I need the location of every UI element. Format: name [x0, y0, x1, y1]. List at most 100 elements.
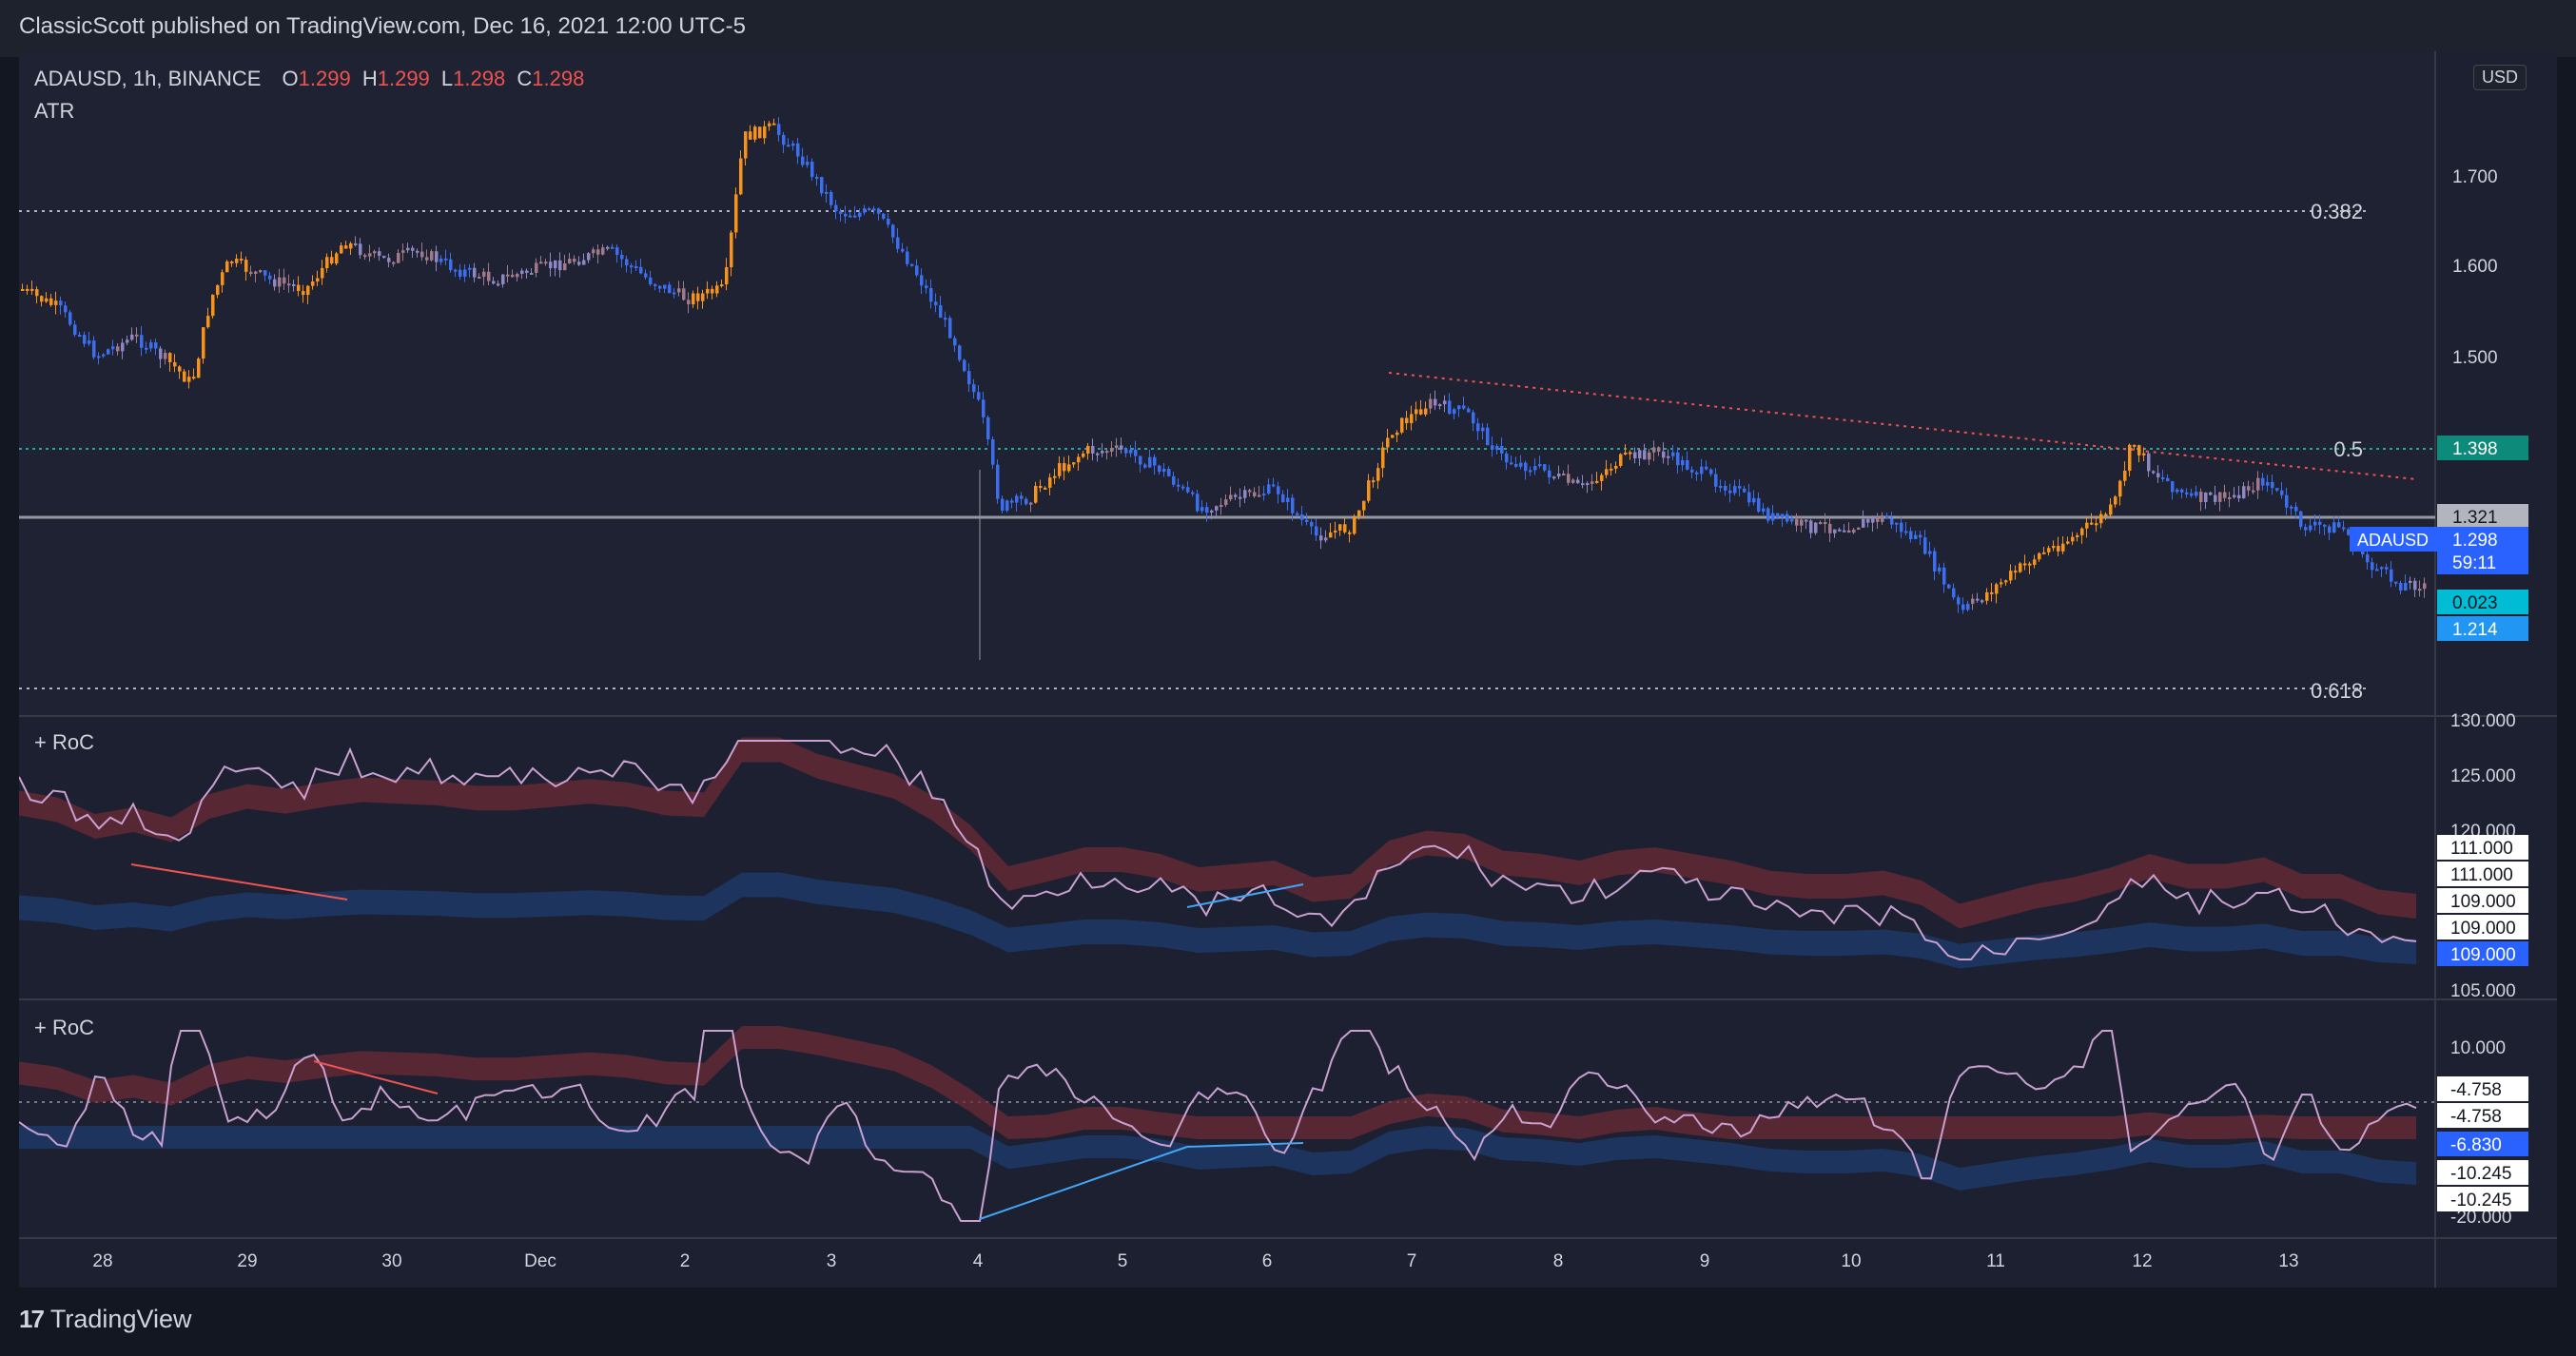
- candle-body: [1434, 398, 1437, 406]
- currency-button[interactable]: USD: [2473, 65, 2527, 90]
- candle-body: [2342, 527, 2346, 530]
- candle-body: [1724, 485, 1727, 491]
- candle-body: [1519, 462, 1523, 467]
- candle-body: [1576, 479, 1580, 484]
- candle-body: [1077, 456, 1081, 463]
- candle-body: [2137, 445, 2141, 455]
- tradingview-logo[interactable]: 17 TradingView: [19, 1305, 192, 1334]
- candle-body: [2185, 492, 2189, 494]
- candle-body: [140, 335, 144, 348]
- candle-body: [1771, 513, 1775, 521]
- countdown: 59:11: [2452, 553, 2496, 573]
- fib-05-price: 1.398: [2452, 439, 2498, 459]
- candle-body: [26, 288, 29, 291]
- candle-body: [910, 263, 914, 266]
- candle-body: [1082, 453, 1085, 457]
- candle-body: [1310, 521, 1314, 527]
- candle-body: [1838, 529, 1842, 532]
- time-tick: 11: [1986, 1251, 2005, 1271]
- candle-body: [478, 277, 481, 280]
- candle-body: [663, 284, 667, 289]
- candle-body: [853, 215, 857, 218]
- roc1-label: 109.000: [2450, 919, 2516, 939]
- candle-body: [1124, 449, 1128, 454]
- candle-body: [815, 176, 819, 179]
- candle-body: [468, 267, 472, 270]
- candle-body: [2009, 571, 2013, 581]
- candle-body: [1876, 517, 1880, 522]
- candle-body: [244, 260, 248, 272]
- candle-body: [2218, 492, 2222, 502]
- candle-body: [901, 248, 905, 252]
- candle-body: [630, 265, 634, 268]
- candle-body: [1824, 522, 1827, 525]
- symbol-legend[interactable]: ADAUSD, 1h, BINANCE O1.299 H1.299 L1.298…: [34, 67, 584, 91]
- candle-body: [1543, 464, 1547, 471]
- candle-body: [1600, 475, 1604, 481]
- candle-body: [1262, 494, 1266, 496]
- candle-body: [1105, 451, 1109, 454]
- candle-body: [1448, 400, 1452, 415]
- candle-body: [730, 232, 733, 268]
- candle-body: [2109, 504, 2113, 515]
- candle-body: [2228, 496, 2232, 499]
- candle-body: [1462, 405, 1466, 409]
- candle-body: [2423, 583, 2427, 590]
- candle-body: [1814, 522, 1818, 533]
- roc2-title[interactable]: + RoC: [34, 1016, 94, 1040]
- candle-body: [2275, 488, 2279, 491]
- candle-body: [64, 305, 68, 313]
- candle-body: [111, 346, 115, 350]
- candle-body: [2176, 489, 2179, 493]
- candle-body: [378, 251, 381, 257]
- candle-body: [711, 288, 714, 294]
- price-tick: 1.600: [2452, 257, 2498, 277]
- candle-body: [844, 213, 848, 217]
- symbol-info: ADAUSD, 1h, BINANCE: [34, 67, 262, 90]
- candle-body: [1029, 502, 1033, 505]
- candle-body: [996, 464, 1000, 499]
- chart-canvas[interactable]: 1.700 1.600 1.500 0.382 0.5 0.618 1.398 …: [19, 51, 2557, 1288]
- candle-body: [1224, 499, 1228, 506]
- candle-body: [1995, 584, 1999, 594]
- candle-body: [753, 126, 757, 140]
- candle-body: [492, 281, 496, 284]
- price-pane[interactable]: [19, 51, 2435, 715]
- candle-body: [896, 237, 900, 249]
- candle-body: [382, 256, 386, 259]
- candle-body: [692, 293, 695, 305]
- candle-body: [2394, 581, 2398, 584]
- candle-body: [1871, 517, 1875, 523]
- candle-body: [1981, 600, 1984, 603]
- candle-body: [1072, 462, 1076, 465]
- footer: [0, 1288, 2576, 1356]
- candle-body: [573, 259, 576, 262]
- candle-body: [2014, 571, 2018, 573]
- roc1-title[interactable]: + RoC: [34, 730, 94, 755]
- candle-body: [1976, 598, 1980, 601]
- candle-body: [254, 271, 258, 275]
- candle-body: [1747, 492, 1751, 503]
- candle-body: [1353, 515, 1356, 534]
- time-tick: 4: [973, 1251, 984, 1271]
- candle-body: [763, 126, 767, 139]
- candle-body: [906, 251, 909, 264]
- candle-body: [259, 270, 263, 273]
- candle-body: [820, 176, 824, 194]
- candle-body: [801, 156, 805, 165]
- candle-body: [1186, 487, 1190, 493]
- candle-body: [154, 342, 158, 349]
- time-axis[interactable]: 28 29 30 Dec 2 3 4 5 6 7 8 9 10 11 12 13: [92, 1251, 2298, 1271]
- candle-body: [1681, 459, 1685, 466]
- candle-body: [187, 377, 191, 382]
- candle-body: [240, 259, 244, 262]
- candle-body: [420, 251, 424, 258]
- candle-body: [2033, 559, 2037, 565]
- atr-indicator-label[interactable]: ATR: [34, 99, 74, 124]
- candle-body: [145, 347, 148, 350]
- candle-body: [2304, 527, 2308, 531]
- candle-body: [2166, 477, 2170, 482]
- candle-body: [1766, 508, 1770, 521]
- candle-body: [1172, 475, 1176, 485]
- candle-body: [1386, 437, 1390, 448]
